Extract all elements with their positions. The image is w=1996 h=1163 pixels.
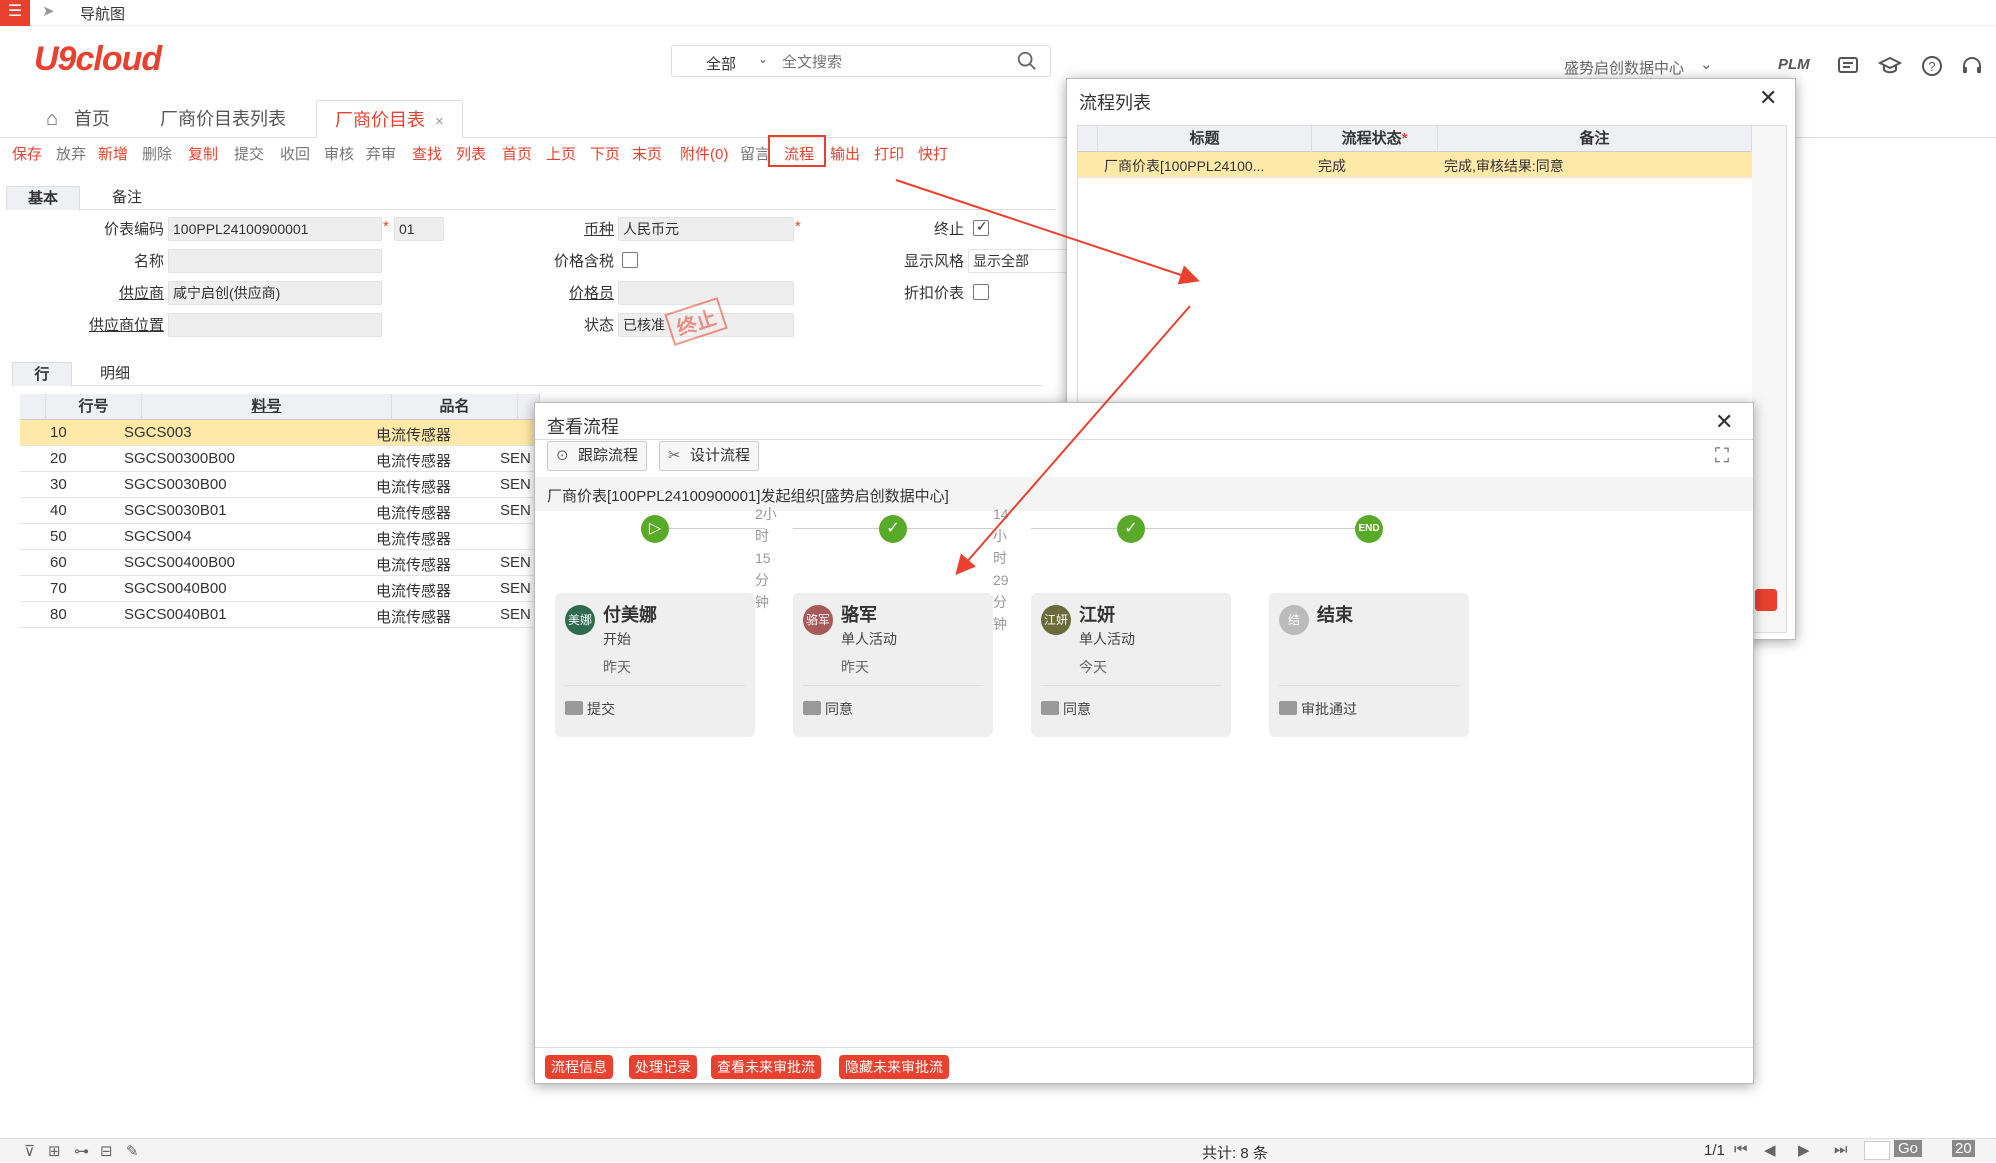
- annotation-arrows: [895, 179, 1200, 576]
- annotation-arrow: [895, 179, 1200, 285]
- annotation-arrow: [955, 305, 1191, 576]
